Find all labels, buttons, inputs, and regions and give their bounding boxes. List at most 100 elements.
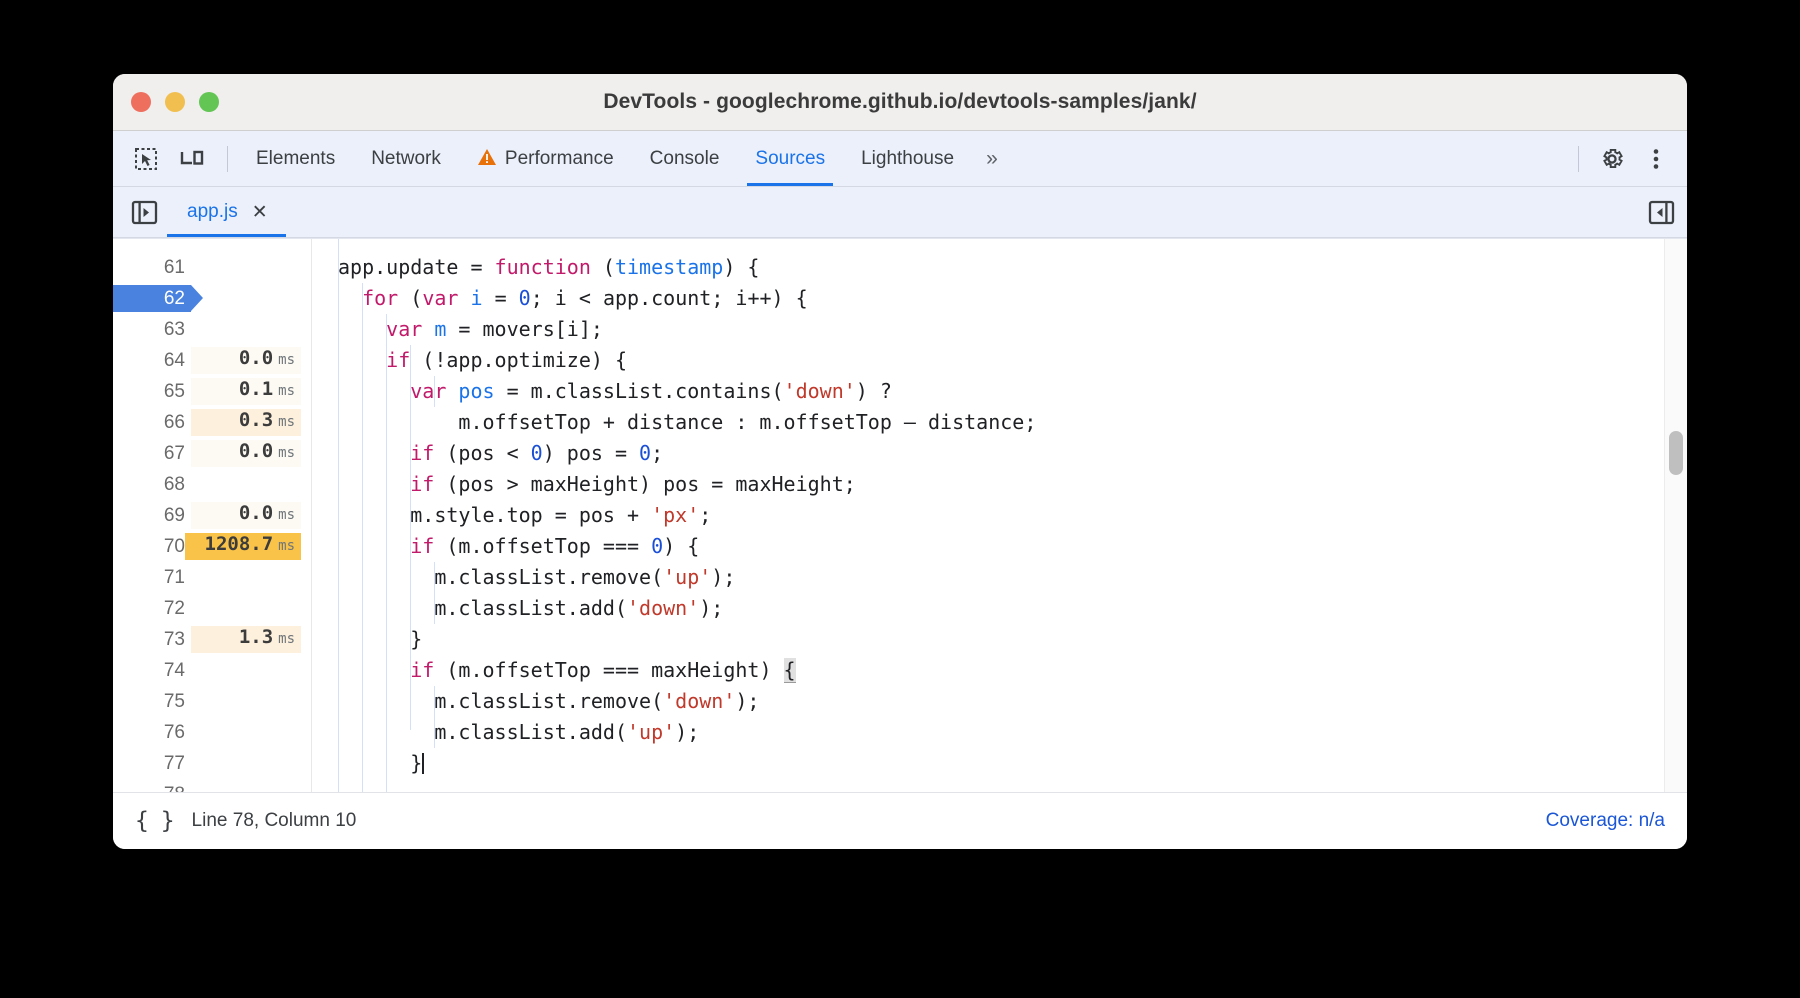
code-line[interactable]: if (m.offsetTop === maxHeight) { — [312, 655, 1687, 686]
code-lines[interactable]: app.update = function (timestamp) { for … — [312, 239, 1687, 779]
toolbar-left-controls — [113, 131, 238, 186]
line-number: 76 — [163, 721, 185, 743]
gutter-row[interactable]: 76 — [113, 717, 311, 748]
code-line[interactable]: m.classList.remove('up'); — [312, 562, 1687, 593]
line-timing-value: 0.0 — [238, 347, 274, 369]
gutter-row[interactable]: 65 0.1 ms — [113, 376, 311, 407]
tab-lighthouse[interactable]: Lighthouse — [843, 131, 972, 186]
line-timing-unit: ms — [278, 445, 295, 461]
code-line[interactable] — [312, 239, 1687, 252]
code-line[interactable]: if (m.offsetTop === 0) { — [312, 531, 1687, 562]
code-line[interactable]: var pos = m.classList.contains('down') ? — [312, 376, 1687, 407]
devtools-window: DevTools - googlechrome.github.io/devtoo… — [113, 74, 1687, 849]
tab-sources[interactable]: Sources — [737, 131, 843, 186]
gutter-row[interactable]: 74 — [113, 655, 311, 686]
code-line[interactable]: if (pos < 0) pos = 0; — [312, 438, 1687, 469]
line-timing-unit: ms — [278, 352, 295, 368]
line-number: 73 — [163, 628, 185, 650]
line-number: 66 — [163, 411, 185, 433]
close-icon[interactable]: ✕ — [252, 203, 268, 222]
code-line[interactable]: m.classList.remove('down'); — [312, 686, 1687, 717]
line-timing-badge: 0.0 ms — [191, 347, 301, 374]
gutter-row[interactable]: 75 — [113, 686, 311, 717]
code-line[interactable]: if (!app.optimize) { — [312, 345, 1687, 376]
line-number: 61 — [163, 256, 185, 278]
line-number: 65 — [163, 380, 185, 402]
code-line[interactable]: var m = movers[i]; — [312, 314, 1687, 345]
tab-console[interactable]: Console — [632, 131, 738, 186]
line-timing-badge: 0.0 ms — [191, 502, 301, 529]
line-number: 68 — [163, 473, 185, 495]
tab-elements[interactable]: Elements — [238, 131, 353, 186]
scrollbar-thumb[interactable] — [1669, 431, 1683, 475]
window-title: DevTools - googlechrome.github.io/devtoo… — [603, 90, 1197, 113]
line-timing-unit: ms — [278, 507, 295, 523]
gutter-row[interactable]: 73 1.3 ms — [113, 624, 311, 655]
pretty-print-braces-icon[interactable]: { } — [135, 808, 175, 834]
coverage-link[interactable]: Coverage: n/a — [1546, 810, 1665, 832]
inspect-element-icon[interactable] — [125, 138, 167, 180]
line-number: 62 — [163, 287, 185, 309]
code-line[interactable]: } — [312, 624, 1687, 655]
close-window-button[interactable] — [131, 92, 151, 112]
code-line[interactable]: for (var i = 0; i < app.count; i++) { — [312, 283, 1687, 314]
code-editor[interactable]: 61 62 63 64 0.0 ms 65 0.1 ms 66 0.3 ms 6… — [113, 238, 1687, 792]
line-timing-value: 1.3 — [238, 626, 274, 648]
gutter-row[interactable]: 68 — [113, 469, 311, 500]
gutter-row[interactable]: 70 1208.7 ms — [113, 531, 311, 562]
cursor-position: Line 78, Column 10 — [191, 810, 357, 831]
gutter-row[interactable]: 69 0.0 ms — [113, 500, 311, 531]
more-tabs-chevron-icon[interactable]: » — [972, 131, 1012, 186]
traffic-lights — [113, 92, 219, 112]
device-toolbar-icon[interactable] — [171, 138, 213, 180]
gutter-row[interactable]: 72 — [113, 593, 311, 624]
line-number: 64 — [163, 349, 185, 371]
line-number: 69 — [163, 504, 185, 526]
code-line[interactable]: app.update = function (timestamp) { — [312, 252, 1687, 283]
line-number: 74 — [163, 659, 185, 681]
line-timing-value: 0.1 — [238, 378, 274, 400]
code-content[interactable]: app.update = function (timestamp) { for … — [312, 239, 1687, 792]
tab-network-label: Network — [371, 147, 441, 169]
gear-icon[interactable] — [1591, 138, 1633, 180]
more-vertical-icon[interactable] — [1635, 138, 1677, 180]
tab-performance[interactable]: Performance — [459, 131, 632, 186]
show-navigator-icon[interactable] — [121, 187, 167, 237]
panel-tabs: Elements Network Performance Console Sou… — [238, 131, 1012, 186]
minimize-window-button[interactable] — [165, 92, 185, 112]
file-tab-app-js[interactable]: app.js ✕ — [167, 187, 286, 237]
gutter-row[interactable]: 61 — [113, 252, 311, 283]
gutter-row[interactable]: 66 0.3 ms — [113, 407, 311, 438]
line-timing-unit: ms — [278, 383, 295, 399]
tab-network[interactable]: Network — [353, 131, 459, 186]
gutter-row[interactable]: 63 — [113, 314, 311, 345]
zoom-window-button[interactable] — [199, 92, 219, 112]
code-line[interactable]: m.style.top = pos + 'px'; — [312, 500, 1687, 531]
gutter-row[interactable]: 77 — [113, 748, 311, 779]
gutter-row[interactable]: 78 — [113, 779, 311, 793]
gutter-row[interactable] — [113, 239, 311, 252]
line-timing-value: 0.0 — [238, 502, 274, 524]
code-line[interactable]: m.classList.add('up'); — [312, 717, 1687, 748]
line-number: 67 — [163, 442, 185, 464]
line-timing-badge: 0.0 ms — [191, 440, 301, 467]
gutter-row[interactable]: 67 0.0 ms — [113, 438, 311, 469]
code-line[interactable]: } — [312, 748, 1687, 779]
gutter-row-current[interactable]: 62 — [113, 283, 311, 314]
tab-elements-label: Elements — [256, 147, 336, 169]
text-caret — [422, 753, 425, 774]
code-line[interactable]: if (pos > maxHeight) pos = maxHeight; — [312, 469, 1687, 500]
code-line[interactable]: m.classList.add('down'); — [312, 593, 1687, 624]
gutter-row[interactable]: 71 — [113, 562, 311, 593]
editor-vertical-scrollbar[interactable] — [1664, 239, 1687, 792]
code-line[interactable]: m.offsetTop + distance : m.offsetTop – d… — [312, 407, 1687, 438]
devtools-toolbar: Elements Network Performance Console Sou… — [113, 131, 1687, 187]
file-tab-label: app.js — [187, 201, 238, 222]
show-debugger-icon[interactable] — [1648, 187, 1675, 237]
editor-gutter[interactable]: 61 62 63 64 0.0 ms 65 0.1 ms 66 0.3 ms 6… — [113, 239, 312, 792]
tab-lighthouse-label: Lighthouse — [861, 147, 955, 169]
line-timing-badge: 1.3 ms — [191, 626, 301, 653]
line-timing-badge: 0.3 ms — [191, 409, 301, 436]
line-number: 63 — [163, 318, 185, 340]
gutter-row[interactable]: 64 0.0 ms — [113, 345, 311, 376]
